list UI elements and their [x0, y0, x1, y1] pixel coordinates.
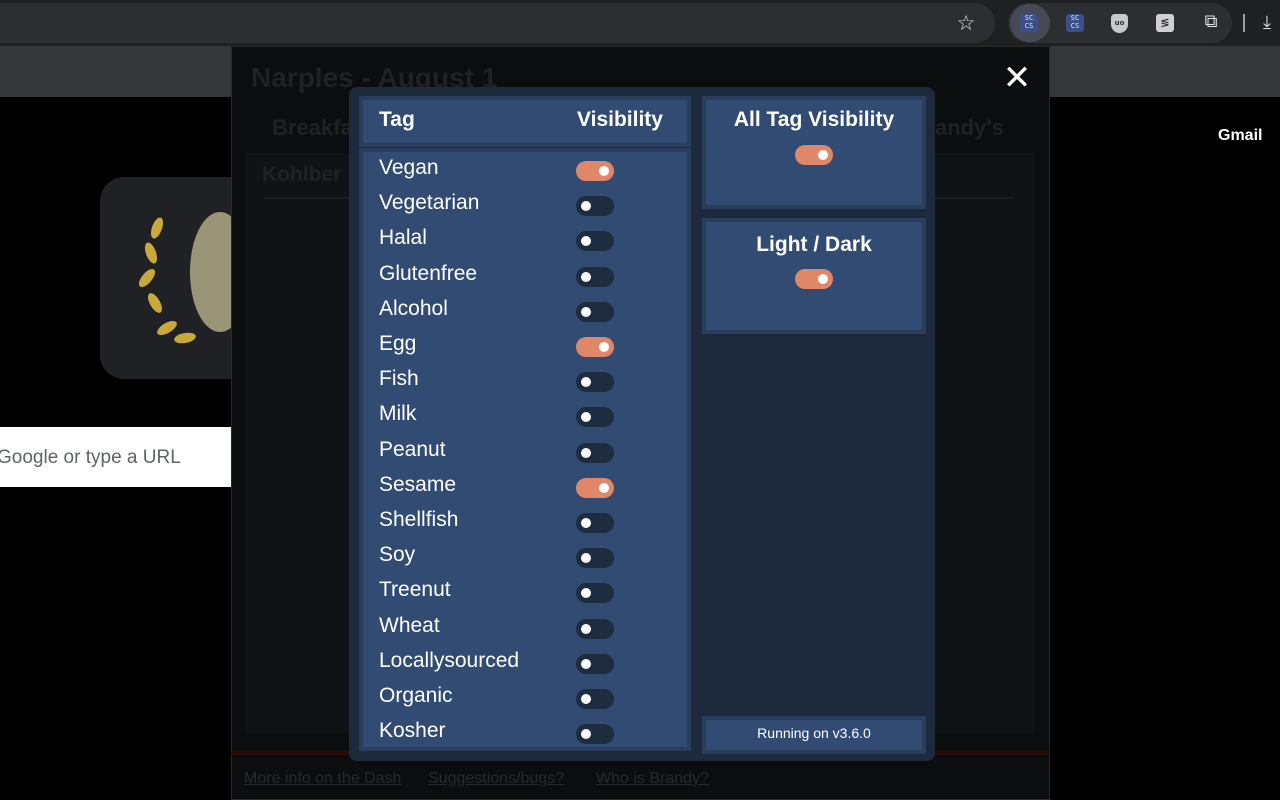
tag-column-header: Tag	[379, 108, 415, 131]
tag-label: Vegan	[379, 156, 439, 179]
toolbar-divider	[1243, 14, 1245, 32]
tag-visibility-toggle[interactable]	[576, 618, 614, 639]
tag-visibility-toggle[interactable]	[576, 196, 614, 217]
address-bar[interactable]	[0, 3, 995, 43]
tag-visibility-toggle[interactable]	[576, 548, 614, 569]
version-text: Running on v3.6.0	[757, 725, 871, 741]
suggestions-link[interactable]: Suggestions/bugs?	[428, 770, 564, 788]
tag-visibility-toggle[interactable]	[576, 301, 614, 322]
leaf-decoration	[145, 290, 165, 316]
tab-breakfast[interactable]: Breakfa	[272, 115, 353, 141]
star-icon[interactable]: ☆	[953, 10, 979, 36]
tag-visibility-toggle[interactable]	[576, 231, 614, 252]
tag-label: Kosher	[379, 719, 446, 743]
tag-label: Locallysourced	[379, 648, 520, 672]
light-dark-toggle[interactable]	[795, 269, 833, 289]
search-placeholder: Google or type a URL	[0, 447, 181, 468]
download-icon[interactable]: ⤓	[1263, 10, 1280, 36]
tag-visibility-toggle[interactable]	[576, 266, 614, 287]
gmail-link[interactable]: Gmail	[1218, 127, 1262, 145]
leaf-decoration	[173, 331, 197, 345]
tag-label: Milk	[379, 402, 417, 426]
ublock-shield-icon[interactable]: uo	[1111, 14, 1128, 33]
leaf-decoration	[136, 266, 158, 290]
tag-label: Shellfish	[379, 508, 459, 531]
tag-visibility-toggle[interactable]	[576, 372, 614, 393]
all-tag-visibility-toggle[interactable]	[795, 145, 833, 165]
tag-label: Alcohol	[379, 296, 448, 320]
tag-label: Organic	[379, 684, 453, 707]
tag-label: Soy	[379, 543, 416, 567]
tag-visibility-toggle[interactable]	[576, 724, 614, 745]
tag-visibility-toggle[interactable]	[576, 337, 614, 357]
extension-logo-icon[interactable]: ≶	[1156, 14, 1174, 32]
settings-extension-icon[interactable]: SC CS	[1066, 14, 1084, 32]
tag-label: Glutenfree	[379, 261, 478, 285]
light-dark-label: Light / Dark	[756, 233, 872, 256]
all-tag-visibility-label: All Tag Visibility	[733, 108, 895, 131]
tag-visibility-toggle[interactable]	[576, 477, 614, 498]
tag-label: Sesame	[379, 472, 457, 496]
leaf-decoration	[148, 215, 166, 241]
leaf-decoration	[142, 240, 160, 266]
more-info-link[interactable]: More info on the Dash	[244, 770, 401, 788]
tag-visibility-toggle[interactable]	[576, 442, 614, 463]
tag-visibility-toggle[interactable]	[576, 161, 614, 181]
tag-visibility-toggle[interactable]	[576, 407, 614, 428]
tag-label: Halal	[379, 226, 427, 250]
who-is-brandy-link[interactable]: Who is Brandy?	[596, 770, 709, 788]
visibility-column-header: Visibility	[577, 108, 663, 131]
tag-visibility-toggle[interactable]	[576, 583, 614, 604]
tab-brandys[interactable]: andy's	[935, 115, 1004, 141]
close-button[interactable]: ✕	[1000, 60, 1034, 96]
tag-label: Treenut	[379, 578, 451, 602]
tag-label: Wheat	[379, 613, 440, 637]
extensions-puzzle-icon[interactable]: ⧉	[1200, 11, 1222, 33]
tag-visibility-toggle[interactable]	[576, 513, 614, 533]
tag-label: Peanut	[379, 437, 446, 461]
settings-extension-icon[interactable]: SC CS	[1020, 14, 1038, 32]
tag-label: Vegetarian	[379, 191, 480, 215]
tag-label: Fish	[379, 367, 419, 391]
dining-hall-name: Kohlber	[262, 163, 342, 186]
tag-visibility-toggle[interactable]	[576, 689, 614, 709]
tag-label: Egg	[379, 332, 417, 355]
tag-visibility-toggle[interactable]	[576, 653, 614, 674]
leaf-decoration	[154, 318, 180, 338]
